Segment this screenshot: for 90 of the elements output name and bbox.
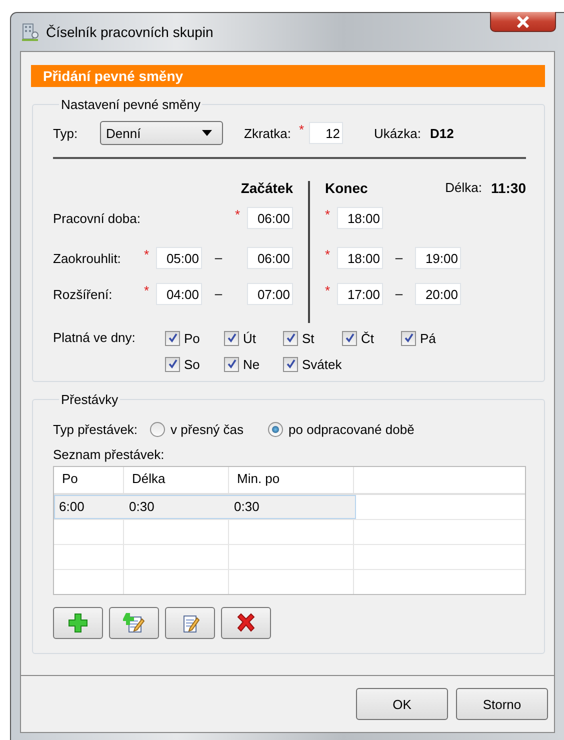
time-field[interactable]: 19:00 bbox=[415, 247, 461, 269]
check-icon bbox=[226, 359, 236, 369]
checkbox-label: Svátek bbox=[302, 356, 342, 372]
radio-button[interactable] bbox=[150, 422, 165, 436]
check-icon bbox=[168, 333, 178, 343]
time-field[interactable]: 20:00 bbox=[415, 283, 461, 305]
table-cell-text: 6:00 bbox=[58, 498, 86, 516]
required-mark: * bbox=[325, 283, 330, 298]
note-pencil-plus-icon bbox=[123, 612, 145, 634]
checkbox-label: Pá bbox=[420, 330, 436, 346]
checkbox[interactable] bbox=[165, 330, 180, 346]
table-row[interactable]: 6:00 0:30 0:30 bbox=[54, 495, 356, 519]
add-button[interactable] bbox=[53, 607, 103, 639]
checkbox-label: Čt bbox=[361, 330, 374, 346]
checkbox[interactable] bbox=[283, 330, 298, 346]
time-field[interactable]: 07:00 bbox=[247, 283, 293, 305]
required-mark: * bbox=[144, 247, 150, 262]
checkbox[interactable] bbox=[165, 356, 180, 372]
dialog-button[interactable]: Storno bbox=[456, 688, 548, 720]
time-field[interactable]: 04:00 bbox=[156, 283, 202, 305]
cross-icon bbox=[235, 612, 257, 634]
plus-icon bbox=[67, 612, 89, 634]
close-button[interactable] bbox=[490, 12, 556, 32]
checkbox-label: Po bbox=[184, 330, 200, 346]
preview-value: D12 bbox=[430, 126, 454, 140]
checkbox[interactable] bbox=[342, 330, 357, 346]
checkbox[interactable] bbox=[283, 356, 298, 372]
column-heading: Začátek bbox=[240, 180, 293, 196]
check-icon bbox=[286, 333, 296, 343]
range-dash: – bbox=[395, 250, 403, 265]
field-label: Typ: bbox=[53, 126, 79, 140]
field-label: Pracovní doba: bbox=[53, 211, 142, 226]
time-field[interactable]: 05:00 bbox=[156, 247, 202, 269]
time-field[interactable]: 06:00 bbox=[247, 247, 293, 269]
time-field[interactable]: 18:00 bbox=[337, 207, 383, 229]
checkbox-label: St bbox=[302, 330, 314, 346]
range-dash: – bbox=[214, 286, 222, 301]
checkbox-label: Út bbox=[243, 330, 256, 346]
radio-label: v přesný čas bbox=[170, 422, 244, 436]
dropdown-value: Denní bbox=[106, 126, 141, 140]
abbreviation-field[interactable]: 12 bbox=[309, 122, 344, 144]
range-dash: – bbox=[214, 250, 222, 265]
radio-label: po odpracované době bbox=[288, 422, 414, 436]
type-dropdown[interactable]: Denní bbox=[100, 121, 223, 145]
checkbox[interactable] bbox=[224, 356, 239, 372]
caret-icon bbox=[202, 130, 212, 136]
dialog-button[interactable]: OK bbox=[356, 688, 448, 720]
required-mark: * bbox=[235, 207, 240, 222]
checkbox[interactable] bbox=[401, 330, 416, 346]
field-label: Zaokrouhlit: bbox=[53, 251, 122, 266]
group-title: Přestávky bbox=[60, 392, 120, 407]
close-icon bbox=[516, 16, 530, 28]
section-header: Přidání pevné směny bbox=[31, 65, 545, 87]
time-field[interactable]: 06:00 bbox=[247, 207, 293, 229]
check-icon bbox=[286, 359, 296, 369]
required-mark: * bbox=[325, 247, 330, 262]
field-label: Rozšíření: bbox=[53, 287, 114, 302]
table-cell-text: 0:30 bbox=[233, 498, 260, 516]
check-icon bbox=[404, 333, 414, 343]
column-header[interactable]: Po bbox=[54, 467, 124, 493]
radio-button[interactable] bbox=[268, 422, 283, 436]
column-header[interactable]: Délka bbox=[124, 467, 229, 493]
table-cell-text: 0:30 bbox=[128, 498, 156, 516]
field-label: Ukázka: bbox=[374, 126, 421, 140]
edit-button[interactable] bbox=[165, 607, 215, 639]
field-label: Platná ve dny: bbox=[53, 330, 136, 347]
time-field[interactable]: 18:00 bbox=[337, 247, 383, 269]
field-label: Typ přestávek: bbox=[53, 422, 138, 436]
checkbox[interactable] bbox=[224, 330, 239, 346]
field-label: Délka: bbox=[445, 180, 482, 196]
delete-button[interactable] bbox=[221, 607, 271, 639]
checkbox-label: So bbox=[184, 356, 200, 372]
check-icon bbox=[168, 359, 178, 369]
checkbox-label: Ne bbox=[243, 356, 260, 372]
window-title: Číselník pracovních skupin bbox=[46, 24, 214, 40]
range-dash: – bbox=[395, 286, 403, 301]
column-header[interactable]: Min. po bbox=[229, 467, 354, 493]
time-field[interactable]: 17:00 bbox=[337, 283, 383, 305]
group-title: Nastavení pevné směny bbox=[60, 97, 202, 112]
length-value: 11:30 bbox=[490, 180, 526, 196]
check-icon bbox=[226, 333, 236, 343]
column-heading: Konec bbox=[325, 180, 369, 196]
required-mark: * bbox=[325, 207, 330, 222]
add-edit-button[interactable] bbox=[109, 607, 159, 639]
field-label: Zkratka: bbox=[244, 126, 291, 140]
required-mark: * bbox=[144, 283, 150, 298]
building-icon bbox=[20, 22, 40, 42]
field-label: Seznam přestávek: bbox=[53, 447, 166, 462]
required-mark: * bbox=[298, 122, 304, 137]
check-icon bbox=[344, 333, 354, 343]
